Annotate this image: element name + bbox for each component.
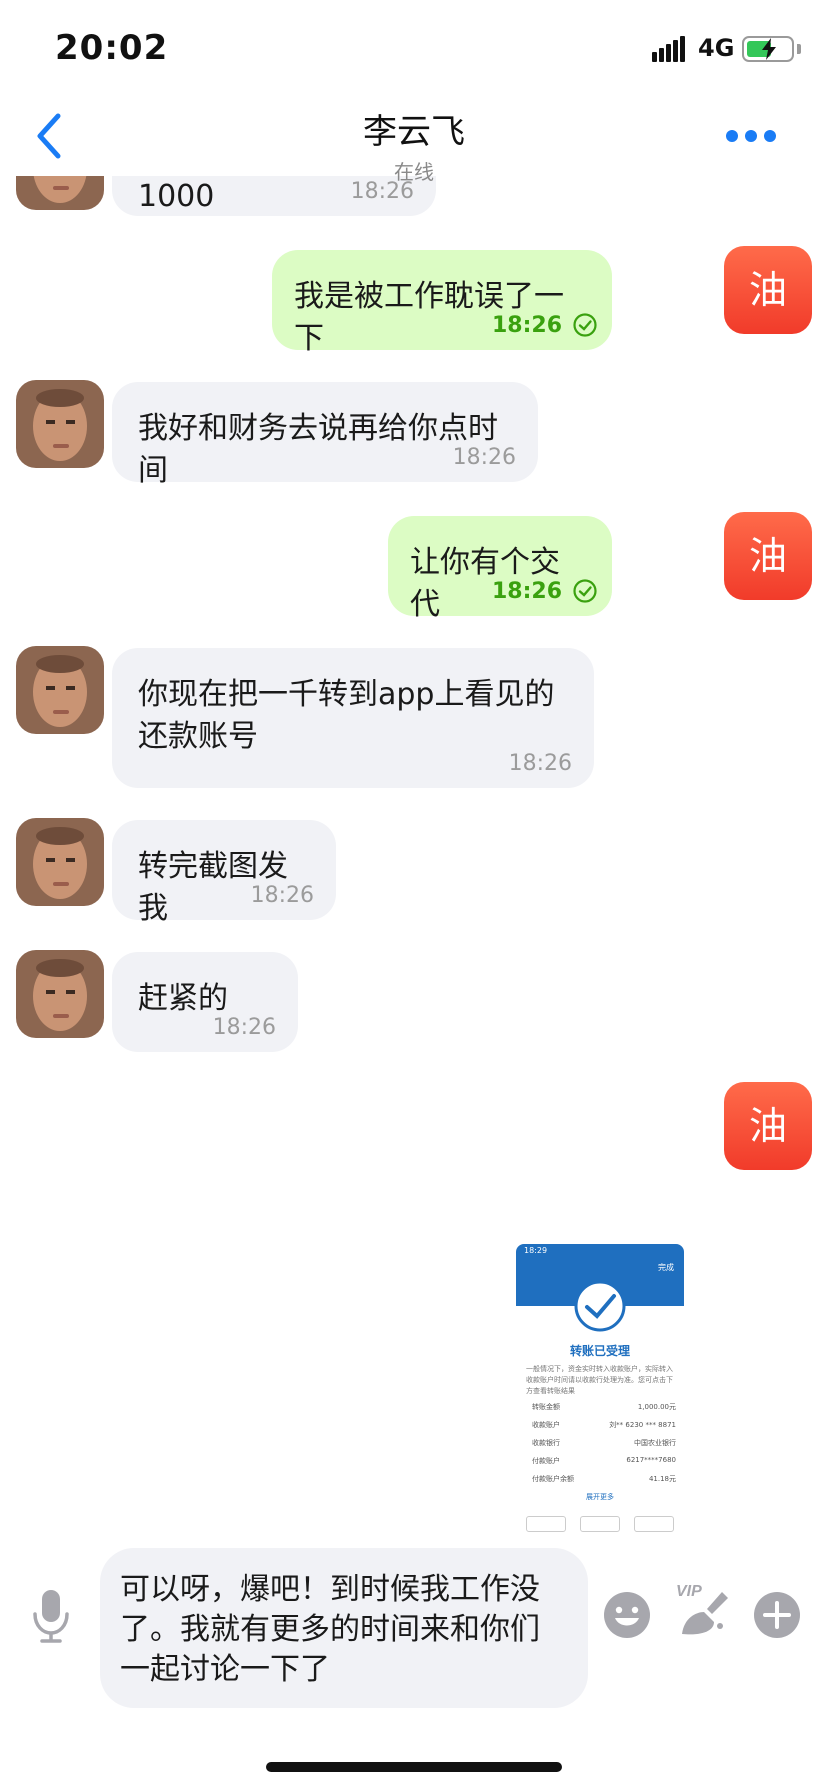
message-text: 你现在把一千转到app上看见的还款账号 [138,677,555,754]
message-time: 18:26 [250,883,314,908]
message-time: 18:26 [212,1015,276,1040]
message-text: 赶紧的 [138,981,228,1016]
emoji-icon[interactable] [602,1590,652,1640]
contact-status: 在线 [394,160,434,184]
input-bar: 可以呀，爆吧！到时候我工作没了。我就有更多的时间来和你们一起讨论一下了 VIP [0,1548,828,1792]
message-time: 18:26 [491,579,562,604]
image-button [580,1516,620,1532]
network-label: 4G [698,34,735,62]
microphone-icon[interactable] [30,1588,72,1644]
vip-sticker-icon[interactable]: VIP [674,1578,730,1640]
chat-screen: 20:02 4G 李云飞 在线 你现在只有先还1000 [0,0,828,1792]
message-time: 18:26 [452,445,516,470]
read-check-icon [573,313,597,337]
image-message[interactable]: 18:29 完成 转账已受理 一般情况下，资金实时转入收款账户，实际转入收款账户… [516,1244,684,1548]
status-time: 20:02 [55,28,169,68]
nav-bar: 李云飞 在线 [0,96,828,184]
image-row: 付款账户 6217****7680 [532,1456,676,1465]
more-options-icon[interactable] [726,130,776,144]
my-avatar[interactable]: 油 [724,246,812,334]
image-row: 收款银行 中国农业银行 [532,1439,676,1447]
image-title: 转账已受理 [569,1344,630,1358]
image-row: 付款账户余额 41.18元 [532,1475,676,1483]
my-avatar[interactable]: 油 [724,512,812,600]
image-row: 收款账户 刘** 6230 *** 8871 [532,1421,676,1429]
read-check-icon [573,579,597,603]
home-indicator[interactable] [266,1762,562,1772]
image-row: 转账金额 1,000.00元 [532,1403,676,1411]
battery-tip [797,44,801,54]
contact-avatar[interactable] [16,380,104,468]
message-bubble-outgoing[interactable]: 让你有个交代 18:26 [388,516,612,622]
message-bubble-incoming[interactable]: 赶紧的 18:26 [112,952,298,1052]
status-bar: 20:02 4G [0,0,828,96]
charging-bolt-icon [762,38,776,60]
message-bubble-incoming[interactable]: 转完截图发我 18:26 [112,820,336,926]
image-more-link: 展开更多 [586,1493,614,1501]
image-time: 18:29 [524,1246,548,1255]
contact-avatar[interactable] [16,818,104,906]
message-time: 18:26 [491,313,562,338]
image-done: 完成 [658,1263,674,1272]
image-button [634,1516,674,1532]
contact-name: 李云飞 [363,112,465,152]
add-icon[interactable] [752,1590,802,1640]
message-list[interactable]: 你现在只有先还1000 18:26 我是被工作耽误了一下 18:26 油 我好和… [0,176,828,1548]
svg-text:VIP: VIP [676,1583,702,1600]
message-bubble-outgoing[interactable]: 我是被工作耽误了一下 18:26 [272,250,612,356]
message-time: 18:26 [508,751,572,776]
message-bubble-incoming[interactable]: 你现在把一千转到app上看见的还款账号 18:26 [112,648,594,788]
signal-icon [652,36,685,62]
image-paragraph: 一般情况下，资金实时转入收款账户，实际转入收款账户时间请以收款行处理为准。您可点… [526,1365,673,1395]
message-bubble-incoming[interactable]: 我好和财务去说再给你点时间 18:26 [112,382,538,488]
success-check-icon [574,1280,626,1332]
image-button [526,1516,566,1532]
message-input[interactable]: 可以呀，爆吧！到时候我工作没了。我就有更多的时间来和你们一起讨论一下了 [100,1548,588,1708]
contact-avatar[interactable] [16,646,104,734]
contact-avatar[interactable] [16,950,104,1038]
my-avatar[interactable]: 油 [724,1082,812,1170]
